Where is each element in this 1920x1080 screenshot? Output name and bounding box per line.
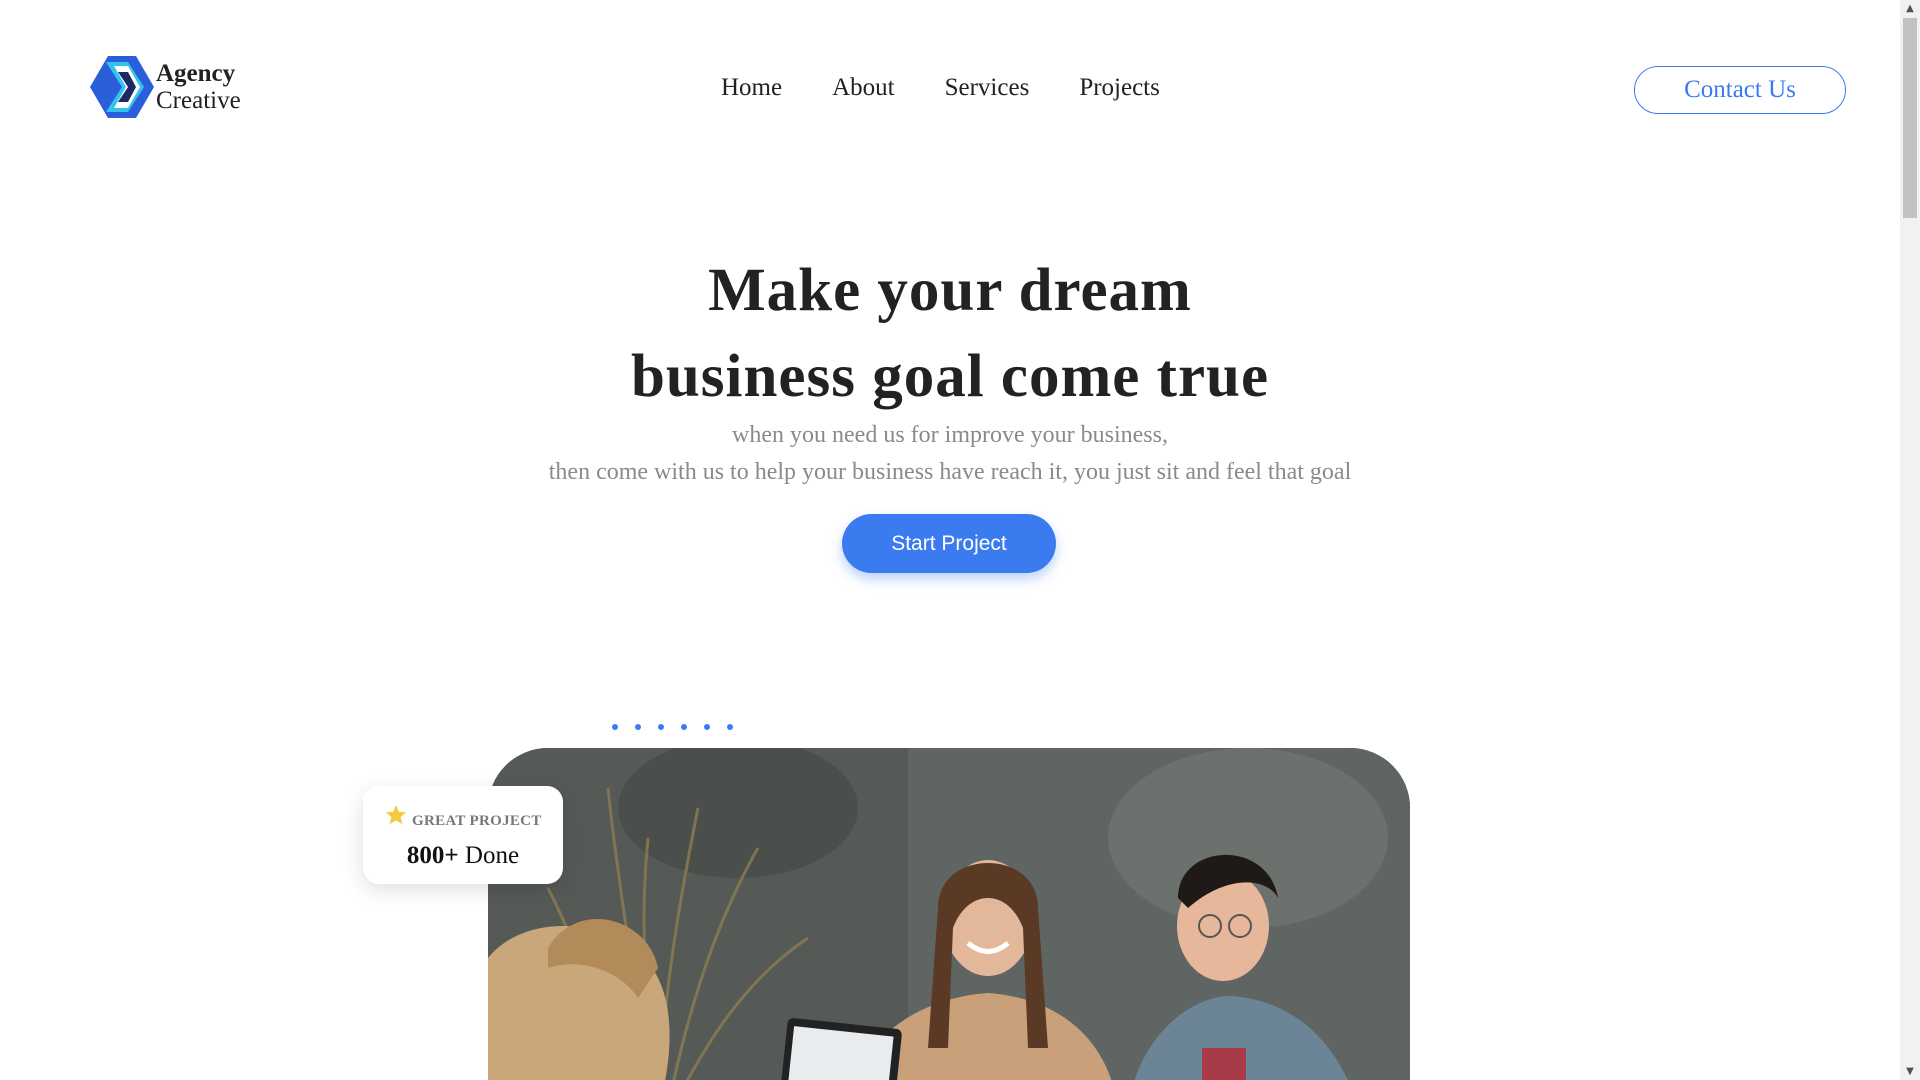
hero-subtitle-line1: when you need us for improve your busine… — [732, 422, 1168, 448]
nav-services[interactable]: Services — [945, 74, 1030, 102]
dot — [658, 724, 664, 730]
nav-projects[interactable]: Projects — [1079, 74, 1160, 102]
hero-subtitle-line2: then come with us to help your business … — [548, 459, 1352, 485]
hero-title-line2: business goal come true — [630, 343, 1270, 410]
dot — [727, 724, 733, 730]
start-project-button[interactable]: Start Project — [842, 514, 1056, 573]
badge-label: GREAT PROJECT — [412, 813, 542, 829]
hero-subtitle: when you need us for improve your busine… — [0, 417, 1900, 491]
scroll-down-arrow-icon[interactable]: ▼ — [1900, 1063, 1920, 1080]
brand-name-line2: Creative — [156, 87, 241, 114]
team-photo — [488, 748, 1410, 1080]
nav-home[interactable]: Home — [721, 74, 782, 102]
scrollbar-thumb[interactable] — [1903, 18, 1917, 218]
hero-title: Make your dream business goal come true — [0, 248, 1900, 420]
dot — [612, 724, 618, 730]
projects-done-badge: GREAT PROJECT 800+ Done — [363, 786, 563, 884]
badge-suffix: Done — [464, 842, 520, 869]
page: Agency Creative Home About Services Proj… — [0, 0, 1900, 1080]
contact-us-button[interactable]: Contact Us — [1634, 66, 1846, 114]
decorative-dots — [612, 724, 733, 730]
dot — [681, 724, 687, 730]
team-photo-illustration — [488, 748, 1410, 1080]
scroll-up-arrow-icon[interactable]: ▲ — [1900, 0, 1920, 17]
badge-number: 800+ — [406, 842, 459, 869]
hero-title-line1: Make your dream — [708, 257, 1192, 324]
star-icon — [385, 804, 407, 825]
brand-logo[interactable]: Agency Creative — [88, 54, 268, 124]
agency-logo-icon — [90, 56, 154, 118]
main-nav: Home About Services Projects — [721, 74, 1160, 102]
brand-name: Agency Creative — [156, 60, 241, 114]
dot — [704, 724, 710, 730]
badge-value: 800+ Done — [363, 842, 563, 870]
nav-about[interactable]: About — [832, 74, 895, 102]
dot — [635, 724, 641, 730]
vertical-scrollbar[interactable]: ▲ ▼ — [1900, 0, 1920, 1080]
brand-name-line1: Agency — [156, 60, 236, 87]
